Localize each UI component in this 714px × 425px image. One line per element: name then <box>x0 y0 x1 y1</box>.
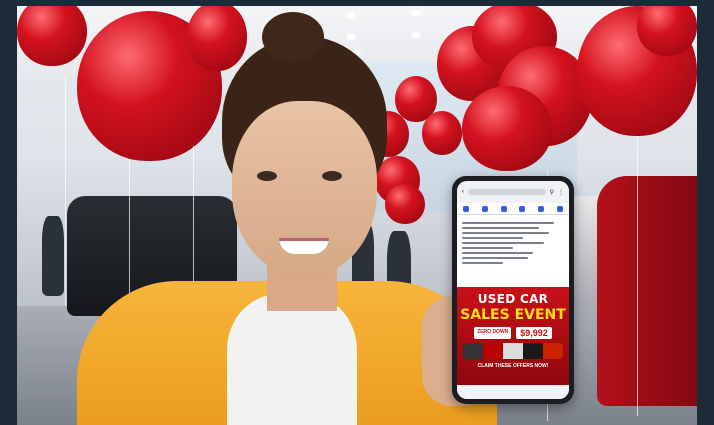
search-icon: ⚲ <box>549 189 554 196</box>
app-nav-bar <box>457 203 569 215</box>
phone-home-bar <box>457 385 569 399</box>
zero-down-badge: ZERO DOWN <box>474 327 512 339</box>
image-frame: ‹ ⚲ ⋮ USED CAR SALES EVENT ZERO DOWN $9,… <box>0 0 714 425</box>
ad-headline-2: SALES EVENT <box>460 307 566 323</box>
bell-icon <box>537 205 544 212</box>
market-icon <box>500 205 507 212</box>
home-icon <box>463 205 470 212</box>
ceiling-light <box>347 34 355 40</box>
ceiling-light <box>412 32 420 38</box>
text-line <box>462 222 554 224</box>
right-eye <box>322 171 342 181</box>
ad-cta: CLAIM THESE OFFERS NOW! <box>477 363 549 369</box>
group-icon <box>519 205 526 212</box>
smartphone: ‹ ⚲ ⋮ USED CAR SALES EVENT ZERO DOWN $9,… <box>452 176 574 404</box>
red-suv <box>597 176 697 406</box>
text-line <box>462 232 549 234</box>
red-balloon <box>462 86 552 171</box>
phone-screen: ‹ ⚲ ⋮ USED CAR SALES EVENT ZERO DOWN $9,… <box>457 181 569 399</box>
left-eye <box>257 171 277 181</box>
ceiling-light <box>412 10 420 16</box>
post-text-block <box>457 215 569 289</box>
background-person <box>42 216 64 296</box>
price-badge: $9,992 <box>516 327 552 339</box>
balloon-string <box>637 136 638 416</box>
text-line <box>462 242 544 244</box>
text-line <box>462 237 524 239</box>
text-line <box>462 257 529 259</box>
red-balloon <box>385 184 425 224</box>
header-title-placeholder <box>468 189 546 195</box>
ad-offer-row: ZERO DOWN $9,992 <box>457 327 569 339</box>
hair-bun <box>262 12 324 62</box>
red-balloon <box>187 6 247 71</box>
white-tshirt <box>227 294 357 425</box>
sales-event-ad: USED CAR SALES EVENT ZERO DOWN $9,992 CL… <box>457 287 569 385</box>
balloon-string <box>65 76 66 306</box>
back-icon: ‹ <box>462 189 464 195</box>
showroom-photo: ‹ ⚲ ⋮ USED CAR SALES EVENT ZERO DOWN $9,… <box>17 6 697 425</box>
ceiling-light <box>347 12 355 18</box>
text-line <box>462 227 539 229</box>
more-icon: ⋮ <box>558 189 564 196</box>
ad-headline-1: USED CAR <box>477 292 549 306</box>
menu-icon <box>556 205 563 212</box>
video-icon <box>481 205 488 212</box>
text-line <box>462 252 534 254</box>
text-line <box>462 247 513 249</box>
text-line <box>462 262 503 264</box>
ad-car-lineup <box>463 343 563 359</box>
social-app-header: ‹ ⚲ ⋮ <box>457 181 569 203</box>
red-balloon <box>422 111 462 155</box>
